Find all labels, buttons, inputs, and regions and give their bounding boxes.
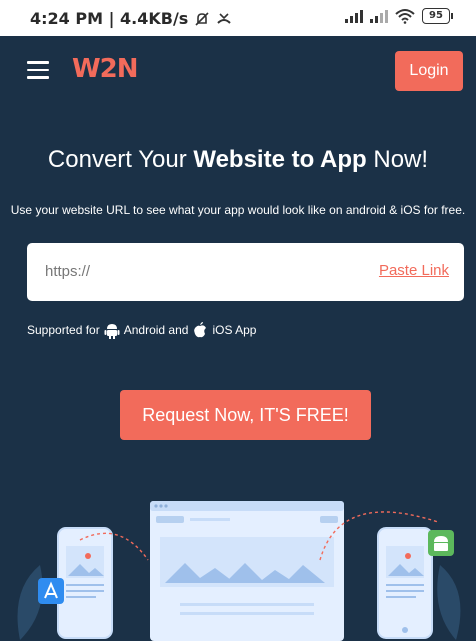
battery-icon: 95 [422, 8, 453, 24]
supported-prefix: Supported for [27, 323, 100, 337]
leaf-left [17, 565, 43, 640]
browser-window [150, 501, 344, 641]
ios-phone-illustration [57, 527, 113, 639]
status-right: 95 [345, 8, 453, 24]
android-badge-icon [428, 530, 454, 556]
wifi-icon [395, 9, 415, 24]
title-bold: Website to App [193, 146, 367, 173]
paste-link[interactable]: Paste Link [379, 262, 449, 279]
status-bar: 4:24 PM | 4.4KB/s 95 [0, 0, 476, 36]
app-store-icon [38, 578, 64, 604]
url-input[interactable] [43, 262, 347, 281]
status-time-speed: 4:24 PM | 4.4KB/s [30, 9, 189, 28]
android-phone-illustration [377, 527, 433, 639]
app-header: W2N Login [0, 36, 476, 104]
android-icon [104, 324, 120, 339]
status-left: 4:24 PM | 4.4KB/s [30, 9, 232, 28]
leaf-right [437, 565, 461, 640]
page-title: Convert Your Website to App Now! [0, 146, 476, 174]
signal-icon [370, 9, 388, 23]
title-prefix: Convert Your [47, 146, 194, 173]
page-subtitle: Use your website URL to see what your ap… [10, 203, 466, 217]
request-now-button[interactable]: Request Now, IT'S FREE! [120, 390, 371, 440]
menu-icon[interactable] [27, 61, 49, 79]
missed-call-icon [217, 12, 232, 24]
url-form: Paste Link [27, 243, 464, 301]
logo[interactable]: W2N [72, 54, 139, 84]
app-conversion-illustration [17, 501, 461, 641]
title-suffix: Now! [366, 146, 429, 173]
apple-icon [194, 322, 207, 338]
android-label: Android and [123, 323, 189, 337]
ios-label: iOS App [212, 323, 257, 337]
mute-icon [195, 11, 209, 26]
supported-platforms: Supported for Android and iOS App [27, 321, 256, 339]
signal-icon [345, 9, 363, 23]
login-button[interactable]: Login [395, 51, 463, 91]
